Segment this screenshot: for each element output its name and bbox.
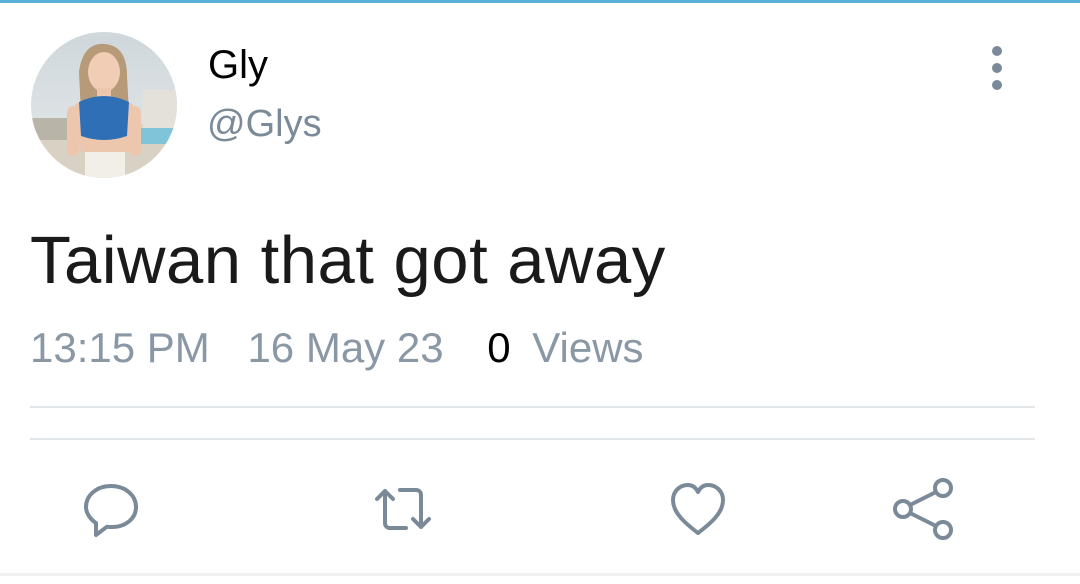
divider (30, 438, 1035, 440)
tweet-time: 13:15 PM (30, 324, 210, 371)
tweet-meta: 13:15 PM 16 May 23 0 Views (30, 322, 644, 374)
like-button[interactable] (663, 474, 733, 544)
reply-icon (84, 484, 138, 537)
top-border (0, 0, 1080, 3)
views-label[interactable]: Views (532, 322, 643, 374)
display-name[interactable]: Gly (208, 40, 268, 90)
divider (30, 406, 1035, 408)
more-options-button[interactable] (978, 40, 1016, 96)
avatar[interactable] (31, 32, 177, 178)
reply-button[interactable] (76, 474, 146, 544)
avatar-image (31, 32, 177, 178)
more-vertical-icon-dot (992, 80, 1002, 90)
more-vertical-icon-dot (992, 63, 1002, 73)
share-icon (893, 478, 953, 540)
heart-icon (671, 483, 725, 535)
retweet-button[interactable] (368, 474, 438, 544)
more-vertical-icon (992, 46, 1002, 56)
bottom-border (0, 573, 1080, 576)
user-handle[interactable]: @Glys (207, 100, 322, 148)
tweet-date: 16 May 23 (247, 324, 444, 371)
tweet-text: Taiwan that got away (30, 223, 666, 298)
share-button[interactable] (888, 474, 958, 544)
retweet-icon (375, 488, 431, 530)
views-count[interactable]: 0 (487, 322, 510, 374)
